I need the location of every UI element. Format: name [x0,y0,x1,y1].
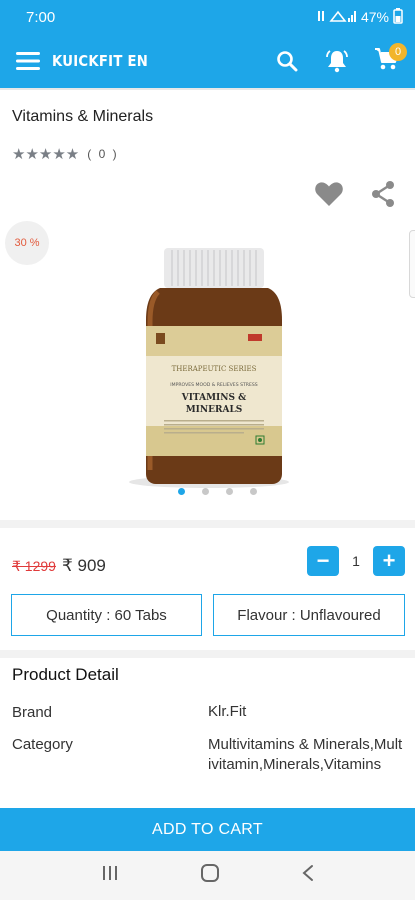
battery-icon [393,7,403,27]
quantity-variant-button[interactable]: Quantity : 60 Tabs [11,594,202,636]
sale-price: ₹ 909 [61,556,106,575]
pagination-dot[interactable] [250,488,257,495]
detail-value-brand: Klr.Fit [208,703,247,720]
side-drawer-handle[interactable] [409,230,415,298]
quantity-value: 1 [352,553,360,569]
pagination-dot[interactable] [178,488,185,495]
detail-label-brand: Brand [12,704,53,721]
system-nav-bar [0,851,415,900]
add-to-cart-button[interactable]: ADD TO CART [0,808,415,851]
label-name-line2: MINERALS [186,405,243,415]
divider [0,88,415,90]
product-detail-heading: Product Detail [12,665,119,684]
product-title: Vitamins & Minerals [12,108,154,125]
section-divider [0,520,415,528]
detail-label-category: Category [12,736,73,753]
back-icon[interactable] [301,864,315,887]
price-row: ₹ 1299 ₹ 909 [12,556,106,576]
favorite-heart-icon[interactable] [314,180,344,213]
share-icon[interactable] [370,180,396,213]
detail-value-category: Multivitamins & Minerals,Multivitamin,Mi… [208,736,403,773]
increase-quantity-button[interactable]: + [373,546,405,576]
pagination-dot[interactable] [226,488,233,495]
quantity-stepper: − 1 + [307,546,405,576]
cart-count-badge: 0 [389,43,407,61]
menu-icon[interactable] [14,47,42,75]
app-title: KUICKFIT EN [52,52,149,70]
discount-badge: 30 % [5,221,49,265]
original-price: ₹ 1299 [12,558,56,574]
status-time: 7:00 [26,8,56,26]
flavour-variant-button[interactable]: Flavour : Unflavoured [213,594,405,636]
status-bar: 7:00 47% [0,0,415,34]
status-indicators: 47% [317,7,403,27]
product-image[interactable]: THERAPEUTIC SERIES IMPROVES MOOD & RELIE… [68,230,350,492]
pagination-dot[interactable] [202,488,209,495]
section-divider [0,650,415,658]
label-series-text: THERAPEUTIC SERIES [172,365,257,373]
app-bar: KUICKFIT EN 0 [0,34,415,88]
search-icon[interactable] [273,47,301,75]
home-icon[interactable] [200,863,220,888]
label-name-line1: VITAMINS & [181,393,247,403]
battery-label: 47% [360,9,389,25]
cart-button[interactable]: 0 [373,43,407,75]
recent-apps-icon[interactable] [101,865,119,886]
signal-icon [317,9,357,26]
decrease-quantity-button[interactable]: − [307,546,339,576]
image-pagination [0,488,415,495]
label-tagline-text: IMPROVES MOOD & RELIEVES STRESS [170,382,258,388]
rating: ★★★★★ ( 0 ) [12,145,119,163]
rating-count: ( 0 ) [87,147,119,161]
rating-stars-icon: ★★★★★ [12,146,80,163]
notification-bell-icon[interactable] [323,47,351,75]
